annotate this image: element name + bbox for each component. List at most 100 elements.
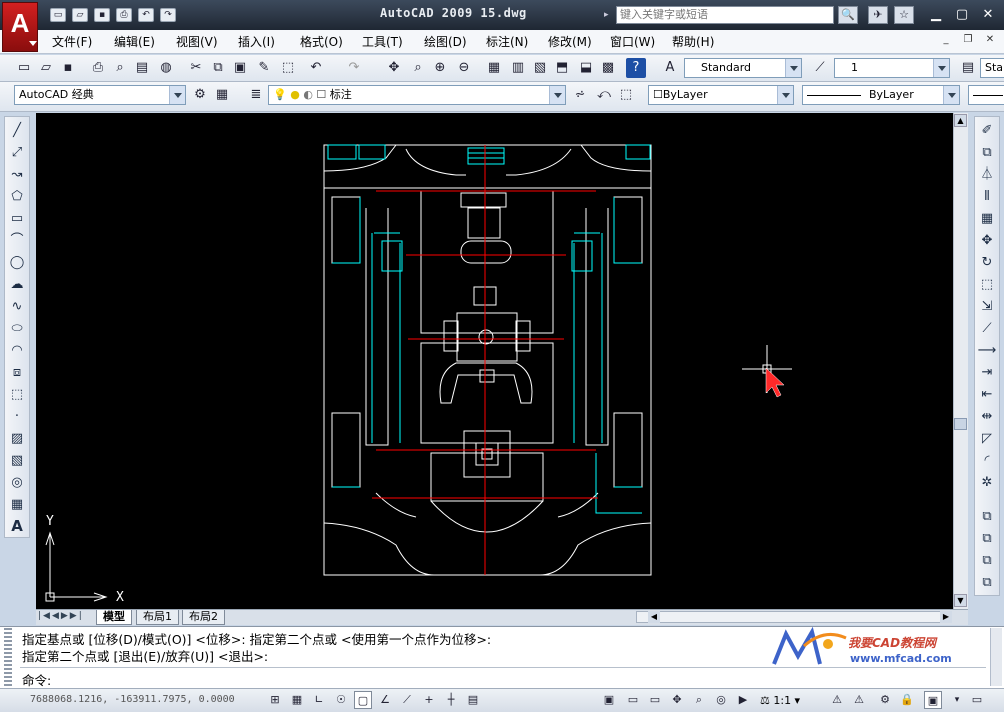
explode-icon[interactable]: ✲ (976, 472, 998, 493)
polygon-icon[interactable]: ⬠ (6, 186, 28, 207)
communication-center-icon[interactable]: ✈ (868, 6, 888, 24)
auto-scale-icon[interactable]: ⚠ (850, 691, 868, 709)
zoom-realtime-icon[interactable]: ⌕ (408, 58, 428, 78)
command-window-grip[interactable] (4, 628, 12, 686)
arc-icon[interactable]: ⌒ (6, 230, 28, 251)
open-icon[interactable]: ▱ (36, 58, 56, 78)
pan-icon[interactable]: ✥ (668, 691, 686, 709)
horizontal-scrollbar[interactable] (636, 611, 952, 623)
showmotion-icon[interactable]: ▶ (734, 691, 752, 709)
new-icon[interactable]: ▭ (14, 58, 34, 78)
extend-icon[interactable]: ⟶ (976, 340, 998, 361)
join-icon[interactable]: ⇹ (976, 406, 998, 427)
tool-palettes-icon[interactable]: ▧ (530, 58, 550, 78)
3d-dwf-icon[interactable]: ◍ (156, 58, 176, 78)
lock-ui-icon[interactable]: 🔒 (898, 691, 916, 709)
draworder-back-icon[interactable]: ⧉ (976, 528, 998, 549)
minimize-button[interactable]: ▁ (924, 6, 948, 24)
circle-icon[interactable]: ◯ (6, 252, 28, 273)
scroll-thumb[interactable] (954, 418, 967, 430)
match-properties-icon[interactable]: ✎ (254, 58, 274, 78)
help-icon[interactable]: ? (626, 58, 646, 78)
color-dropdown[interactable]: ☐ByLayer (648, 85, 794, 105)
redo-icon[interactable]: ↷ (344, 58, 364, 78)
object-snap-icon[interactable]: ▢ (354, 691, 372, 709)
dynamic-input-icon[interactable]: + (420, 691, 438, 709)
ortho-mode-icon[interactable]: ∟ (310, 691, 328, 709)
tab-layout2[interactable]: 布局2 (182, 610, 225, 625)
zoom-previous-icon[interactable]: ⊖ (454, 58, 474, 78)
break-icon[interactable]: ⇤ (976, 384, 998, 405)
insert-block-icon[interactable]: ⧈ (6, 362, 28, 383)
design-center-icon[interactable]: ▥ (508, 58, 528, 78)
copy-icon[interactable]: ⧉ (208, 58, 228, 78)
quick-properties-icon[interactable]: ▤ (464, 691, 482, 709)
my-workspace-icon[interactable]: ▦ (212, 85, 232, 105)
erase-icon[interactable]: ✐ (976, 120, 998, 141)
snap-mode-icon[interactable]: ⊞ (266, 691, 284, 709)
construction-line-icon[interactable]: ⤢ (6, 142, 28, 163)
dynamic-ucs-icon[interactable]: ⟋ (398, 691, 416, 709)
chamfer-icon[interactable]: ◸ (976, 428, 998, 449)
workspace-settings-icon[interactable]: ⚙ (190, 85, 210, 105)
tab-model[interactable]: 模型 (96, 610, 132, 625)
coordinate-display[interactable]: 7688068.1216, -163911.7975, 0.0000 (30, 694, 235, 705)
vertical-scrollbar[interactable] (953, 113, 968, 609)
drawing-canvas[interactable]: Y X (36, 113, 953, 609)
layer-dropdown[interactable]: 💡 ● ◐ ☐ 标注 (268, 85, 566, 105)
publish-icon[interactable]: ▤ (132, 58, 152, 78)
break-at-point-icon[interactable]: ⇥ (976, 362, 998, 383)
menu-modify[interactable]: 修改(M) (548, 34, 592, 50)
tab-layout1[interactable]: 布局1 (136, 610, 179, 625)
application-menu-button[interactable]: A (2, 2, 38, 52)
object-snap-tracking-icon[interactable]: ∠ (376, 691, 394, 709)
scale-icon[interactable]: ⬚ (976, 274, 998, 295)
menu-file[interactable]: 文件(F) (52, 34, 92, 50)
layer-properties-icon[interactable]: ≣ (246, 85, 266, 105)
quickcalc-icon[interactable]: ▩ (598, 58, 618, 78)
text-style-icon[interactable]: A (660, 58, 680, 78)
markup-icon[interactable]: ⬓ (576, 58, 596, 78)
menu-window[interactable]: 窗口(W) (610, 34, 655, 50)
steering-wheel-icon[interactable]: ◎ (712, 691, 730, 709)
mirror-icon[interactable]: ⏃ (976, 164, 998, 185)
menu-tools[interactable]: 工具(T) (362, 34, 403, 50)
properties-icon[interactable]: ▦ (484, 58, 504, 78)
layout-icon[interactable]: ▭ (624, 691, 642, 709)
scroll-down-button[interactable]: ▼ (954, 594, 967, 607)
table-icon[interactable]: ▦ (6, 494, 28, 515)
plot-icon[interactable]: ⎙ (88, 58, 108, 78)
zoom-window-icon[interactable]: ⊕ (430, 58, 450, 78)
lineweight-toggle-icon[interactable]: ┼ (442, 691, 460, 709)
favorites-icon[interactable]: ☆ (894, 6, 914, 24)
layer-previous-icon[interactable]: ⤺ (594, 85, 614, 105)
table-style-icon[interactable]: ▤ (958, 58, 978, 78)
menu-draw[interactable]: 绘图(D) (424, 34, 467, 50)
menu-view[interactable]: 视图(V) (176, 34, 218, 50)
search-icon[interactable]: 🔍 (838, 6, 858, 24)
hscroll-right-button[interactable]: ▶ (940, 611, 952, 623)
dim-style-icon[interactable]: ⟋ (810, 58, 830, 78)
quick-view-icon[interactable]: ▭ (646, 691, 664, 709)
status-menu-icon[interactable]: ▾ (948, 691, 966, 709)
ellipse-icon[interactable]: ⬭ (6, 318, 28, 339)
redo-icon[interactable]: ↷ (160, 8, 176, 22)
make-block-icon[interactable]: ⬚ (6, 384, 28, 405)
array-icon[interactable]: ▦ (976, 208, 998, 229)
communication-center-status-icon[interactable]: ▣ (924, 691, 942, 709)
workspace-switching-icon[interactable]: ⚙ (876, 691, 894, 709)
menu-insert[interactable]: 插入(I) (238, 34, 275, 50)
search-expand-icon[interactable]: ▸ (604, 10, 609, 20)
model-space-icon[interactable]: ▣ (600, 691, 618, 709)
doc-restore-button[interactable]: ❐ (960, 34, 976, 48)
close-button[interactable]: ✕ (976, 6, 1000, 24)
layer-state-icon[interactable]: ⬚ (616, 85, 636, 105)
workspace-dropdown[interactable]: AutoCAD 经典 (14, 85, 186, 105)
rectangle-icon[interactable]: ▭ (6, 208, 28, 229)
menu-edit[interactable]: 编辑(E) (114, 34, 155, 50)
maximize-button[interactable]: ▢ (950, 6, 974, 24)
print-icon[interactable]: ⎙ (116, 8, 132, 22)
hatch-icon[interactable]: ▨ (6, 428, 28, 449)
rotate-icon[interactable]: ↻ (976, 252, 998, 273)
point-icon[interactable]: · (6, 406, 28, 427)
